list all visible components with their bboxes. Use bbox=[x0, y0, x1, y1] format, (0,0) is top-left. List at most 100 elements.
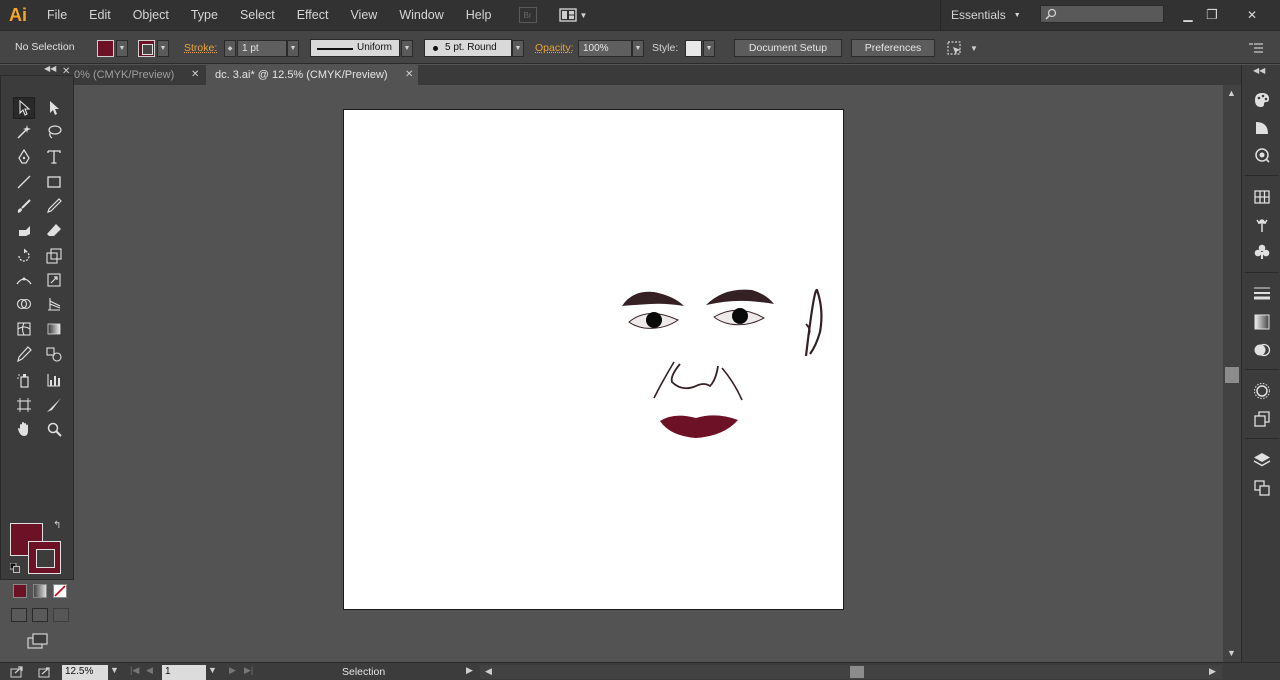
color-mode-button[interactable] bbox=[13, 584, 27, 598]
close-icon[interactable]: ✕ bbox=[62, 66, 70, 77]
brushes-panel-button[interactable] bbox=[1252, 215, 1272, 235]
face-artwork[interactable] bbox=[344, 110, 844, 610]
zoom-dropdown-icon[interactable]: ▼ bbox=[110, 665, 119, 675]
symbol-sprayer-tool[interactable] bbox=[13, 369, 35, 391]
width-tool[interactable] bbox=[13, 269, 35, 291]
stroke-weight-stepper[interactable]: ◆ bbox=[224, 40, 236, 57]
scroll-left-icon[interactable]: ◀ bbox=[485, 666, 492, 677]
scale-tool[interactable] bbox=[43, 245, 65, 267]
previous-artboard-icon[interactable]: ◀ bbox=[146, 665, 153, 676]
preferences-button[interactable]: Preferences bbox=[851, 39, 935, 57]
document-setup-button[interactable]: Document Setup bbox=[734, 39, 842, 57]
draw-normal-button[interactable] bbox=[11, 608, 27, 622]
vertical-scroll-thumb[interactable] bbox=[1225, 367, 1239, 383]
horizontal-scroll-thumb[interactable] bbox=[850, 666, 864, 678]
draw-inside-button[interactable] bbox=[53, 608, 69, 622]
column-graph-tool[interactable] bbox=[43, 369, 65, 391]
blob-brush-tool[interactable] bbox=[13, 219, 35, 241]
slice-tool[interactable] bbox=[43, 394, 65, 416]
line-segment-tool[interactable] bbox=[13, 171, 35, 193]
menu-help[interactable]: Help bbox=[455, 0, 503, 30]
expand-panels-icon[interactable]: ◀◀ bbox=[1253, 66, 1265, 75]
canvas-area[interactable] bbox=[74, 85, 1223, 662]
workspace-switcher[interactable]: Essentials ▼ bbox=[940, 0, 1021, 30]
next-artboard-icon[interactable]: ▶ bbox=[229, 665, 236, 676]
menu-type[interactable]: Type bbox=[180, 0, 229, 30]
draw-behind-button[interactable] bbox=[32, 608, 48, 622]
stroke-weight-dropdown[interactable]: ▼ bbox=[287, 40, 299, 57]
tab-document-1[interactable]: 0% (CMYK/Preview) ✕ bbox=[74, 65, 199, 85]
gradient-tool[interactable] bbox=[43, 318, 65, 340]
menu-object[interactable]: Object bbox=[122, 0, 180, 30]
menu-file[interactable]: File bbox=[36, 0, 78, 30]
stroke-weight-field[interactable]: 1 pt bbox=[237, 40, 287, 57]
fill-dropdown[interactable]: ▼ bbox=[116, 40, 128, 57]
horizontal-scrollbar[interactable]: ◀ ▶ bbox=[480, 665, 1222, 679]
bridge-button[interactable]: Br bbox=[518, 7, 537, 23]
shape-builder-tool[interactable] bbox=[13, 293, 35, 315]
type-tool[interactable] bbox=[43, 146, 65, 168]
stroke-label[interactable]: Stroke: bbox=[184, 42, 217, 54]
none-mode-button[interactable] bbox=[53, 584, 67, 598]
paintbrush-tool[interactable] bbox=[13, 195, 35, 217]
appearance-panel-button[interactable] bbox=[1252, 381, 1272, 401]
tab-document-2[interactable]: dc. 3.ai* @ 12.5% (CMYK/Preview) ✕ bbox=[206, 65, 418, 85]
collapse-panel-icon[interactable]: ◀◀ bbox=[44, 64, 56, 73]
pen-tool[interactable] bbox=[13, 146, 35, 168]
swatches-panel-button[interactable] bbox=[1252, 187, 1272, 207]
artboard[interactable] bbox=[343, 109, 844, 610]
opacity-dropdown[interactable]: ▼ bbox=[632, 40, 644, 57]
current-tool-status[interactable]: Selection bbox=[342, 666, 385, 678]
scroll-right-icon[interactable]: ▶ bbox=[1209, 666, 1216, 677]
zoom-level-field[interactable]: 12.5% bbox=[62, 665, 108, 680]
vertical-scrollbar[interactable]: ▲ ▼ bbox=[1223, 85, 1241, 662]
stroke-swatch-dropdown[interactable]: ▼ bbox=[157, 40, 169, 57]
pencil-tool[interactable] bbox=[43, 195, 65, 217]
color-panel-button[interactable] bbox=[1252, 90, 1272, 110]
perspective-grid-tool[interactable] bbox=[43, 293, 65, 315]
profile-dropdown[interactable]: ▼ bbox=[401, 40, 413, 57]
minimize-button[interactable]: ▁ bbox=[1176, 5, 1200, 25]
stroke-panel-button[interactable] bbox=[1252, 283, 1272, 303]
direct-selection-tool[interactable] bbox=[43, 97, 65, 119]
menu-edit[interactable]: Edit bbox=[78, 0, 122, 30]
share-icon[interactable] bbox=[10, 666, 24, 678]
menu-select[interactable]: Select bbox=[229, 0, 286, 30]
menu-window[interactable]: Window bbox=[388, 0, 454, 30]
symbols-panel-button[interactable] bbox=[1252, 242, 1272, 262]
brush-dropdown[interactable]: ▼ bbox=[512, 40, 524, 57]
color-guide-button[interactable] bbox=[1252, 118, 1272, 138]
rotate-tool[interactable] bbox=[13, 245, 35, 267]
artboard-dropdown-icon[interactable]: ▼ bbox=[208, 665, 217, 675]
eyedropper-tool[interactable] bbox=[13, 343, 35, 365]
brush-definition[interactable]: 5 pt. Round bbox=[424, 39, 512, 57]
first-artboard-icon[interactable]: |◀ bbox=[130, 665, 139, 676]
isolation-menu[interactable]: ▼ bbox=[946, 40, 978, 56]
lasso-tool[interactable] bbox=[43, 121, 65, 143]
graphic-style-dropdown[interactable]: ▼ bbox=[703, 40, 715, 57]
opacity-label[interactable]: Opacity: bbox=[535, 42, 574, 54]
search-input[interactable] bbox=[1040, 5, 1164, 23]
close-icon[interactable]: ✕ bbox=[191, 65, 199, 85]
layers-panel-button[interactable] bbox=[1252, 450, 1272, 470]
close-icon[interactable]: ✕ bbox=[405, 65, 413, 85]
artboard-number-field[interactable]: 1 bbox=[162, 665, 206, 680]
panel-menu-icon[interactable] bbox=[1249, 42, 1263, 54]
opacity-field[interactable]: 100% bbox=[578, 40, 632, 57]
hand-tool[interactable] bbox=[13, 418, 35, 440]
kuler-button[interactable] bbox=[1252, 145, 1272, 165]
status-menu-icon[interactable]: ▶ bbox=[466, 665, 473, 676]
artboard-tool[interactable] bbox=[13, 394, 35, 416]
screen-mode-icon[interactable] bbox=[27, 633, 49, 649]
magic-wand-tool[interactable] bbox=[13, 121, 35, 143]
transparency-panel-button[interactable] bbox=[1252, 340, 1272, 360]
stroke-color-swatch[interactable] bbox=[28, 541, 61, 574]
stroke-swatch[interactable] bbox=[138, 40, 155, 57]
export-icon[interactable] bbox=[38, 666, 52, 678]
gradient-panel-button[interactable] bbox=[1252, 312, 1272, 332]
artboards-panel-button[interactable] bbox=[1252, 478, 1272, 498]
free-transform-tool[interactable] bbox=[43, 269, 65, 291]
arrange-documents-button[interactable]: ▼ bbox=[558, 8, 587, 22]
gradient-mode-button[interactable] bbox=[33, 584, 47, 598]
mesh-tool[interactable] bbox=[13, 318, 35, 340]
